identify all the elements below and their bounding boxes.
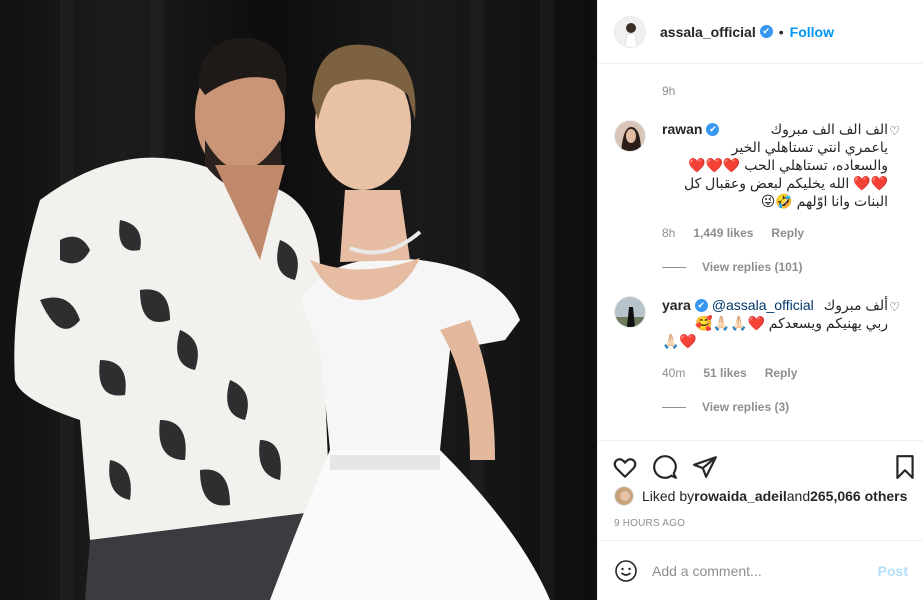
commenter-avatar[interactable]	[614, 120, 646, 152]
post-time: 9h	[662, 84, 676, 98]
comment-item: yara ✔ @assala_official ألف مبروك ربي يه…	[614, 296, 914, 426]
likes-and: and	[786, 488, 811, 504]
comment-line: البنات وانا اوّلهم 🤣😜	[760, 193, 888, 209]
view-replies-label: View replies (101)	[702, 260, 803, 274]
bookmark-icon[interactable]	[892, 454, 918, 480]
comment-line: الف الف الف مبروك	[770, 121, 888, 137]
comment-username[interactable]: rawan	[662, 120, 702, 138]
liker-username[interactable]: rowaida_adeil	[694, 488, 787, 504]
comment-meta: 8h 1,449 likes Reply	[662, 226, 804, 240]
verified-badge-icon: ✔	[694, 299, 708, 312]
author-avatar[interactable]	[614, 15, 646, 48]
comment-item: rawan ✔ الف الف الف مبروك ياعمري انتي تس…	[614, 120, 914, 280]
verified-badge-icon: ✔	[759, 25, 773, 38]
replies-divider	[662, 266, 686, 268]
post-photo[interactable]	[0, 0, 597, 600]
post-header: assala_official ✔ • Follow	[598, 0, 923, 64]
reply-button[interactable]: Reply	[765, 366, 798, 380]
verified-badge-icon: ✔	[706, 123, 720, 136]
comment-icon[interactable]	[652, 454, 678, 480]
likes-count[interactable]: 265,066 others	[810, 488, 907, 504]
likes-summary: Liked by rowaida_adeil and 265,066 other…	[614, 486, 907, 506]
comment-line: ❤️❤️ الله يخليكم لبعض وعقبال كل	[684, 175, 888, 191]
comment-line: ربي يهنيكم ويسعدكم ❤️🙏🏻🙏🏻🥰	[695, 315, 888, 331]
view-replies-button[interactable]: View replies (101)	[662, 260, 803, 274]
follow-button[interactable]: Follow	[790, 24, 834, 40]
replies-divider	[662, 406, 686, 408]
comment-likes[interactable]: 1,449 likes	[693, 226, 753, 240]
likes-prefix: Liked by	[642, 488, 695, 504]
post-side-panel: assala_official ✔ • Follow 9h rawan ✔ ال…	[597, 0, 923, 600]
commenter-avatar[interactable]	[614, 296, 646, 328]
view-replies-label: View replies (3)	[702, 400, 790, 414]
comment-line: ألف مبروك	[823, 297, 888, 313]
comment-username[interactable]: yara	[662, 296, 691, 314]
reply-button[interactable]: Reply	[771, 226, 804, 240]
comment-line: والسعاده، تستاهلي الحب ❤️❤️❤️	[688, 157, 888, 173]
comment-text: yara ✔ @assala_official ألف مبروك ربي يه…	[662, 296, 888, 350]
view-replies-button[interactable]: View replies (3)	[662, 400, 789, 414]
share-icon[interactable]	[692, 454, 718, 480]
author-username[interactable]: assala_official	[660, 24, 756, 40]
post-comment-button[interactable]: Post	[878, 563, 908, 579]
separator-dot: •	[778, 23, 784, 40]
heart-icon[interactable]	[612, 454, 638, 480]
like-comment-heart-icon[interactable]: ♡	[889, 300, 900, 314]
comment-time: 8h	[662, 226, 676, 240]
action-bar	[598, 440, 923, 490]
post-timestamp: 9 HOURS AGO	[614, 518, 686, 529]
mention-link[interactable]: @assala_official	[712, 296, 814, 314]
add-comment-bar: Add a comment... Post	[598, 540, 923, 600]
comment-meta: 40m 51 likes Reply	[662, 366, 797, 380]
smiley-icon[interactable]	[614, 559, 638, 583]
comment-input[interactable]: Add a comment...	[652, 563, 878, 579]
comment-likes[interactable]: 51 likes	[703, 366, 746, 380]
comment-line: 🙏🏻❤️	[662, 333, 697, 349]
couple-illustration	[14, 37, 550, 600]
comment-text: rawan ✔ الف الف الف مبروك ياعمري انتي تس…	[662, 120, 888, 210]
like-comment-heart-icon[interactable]: ♡	[889, 124, 900, 138]
comment-time: 40m	[662, 366, 686, 380]
liker-avatar[interactable]	[614, 486, 634, 506]
comment-line: ياعمري انتي تستاهلي الخير	[731, 139, 888, 155]
